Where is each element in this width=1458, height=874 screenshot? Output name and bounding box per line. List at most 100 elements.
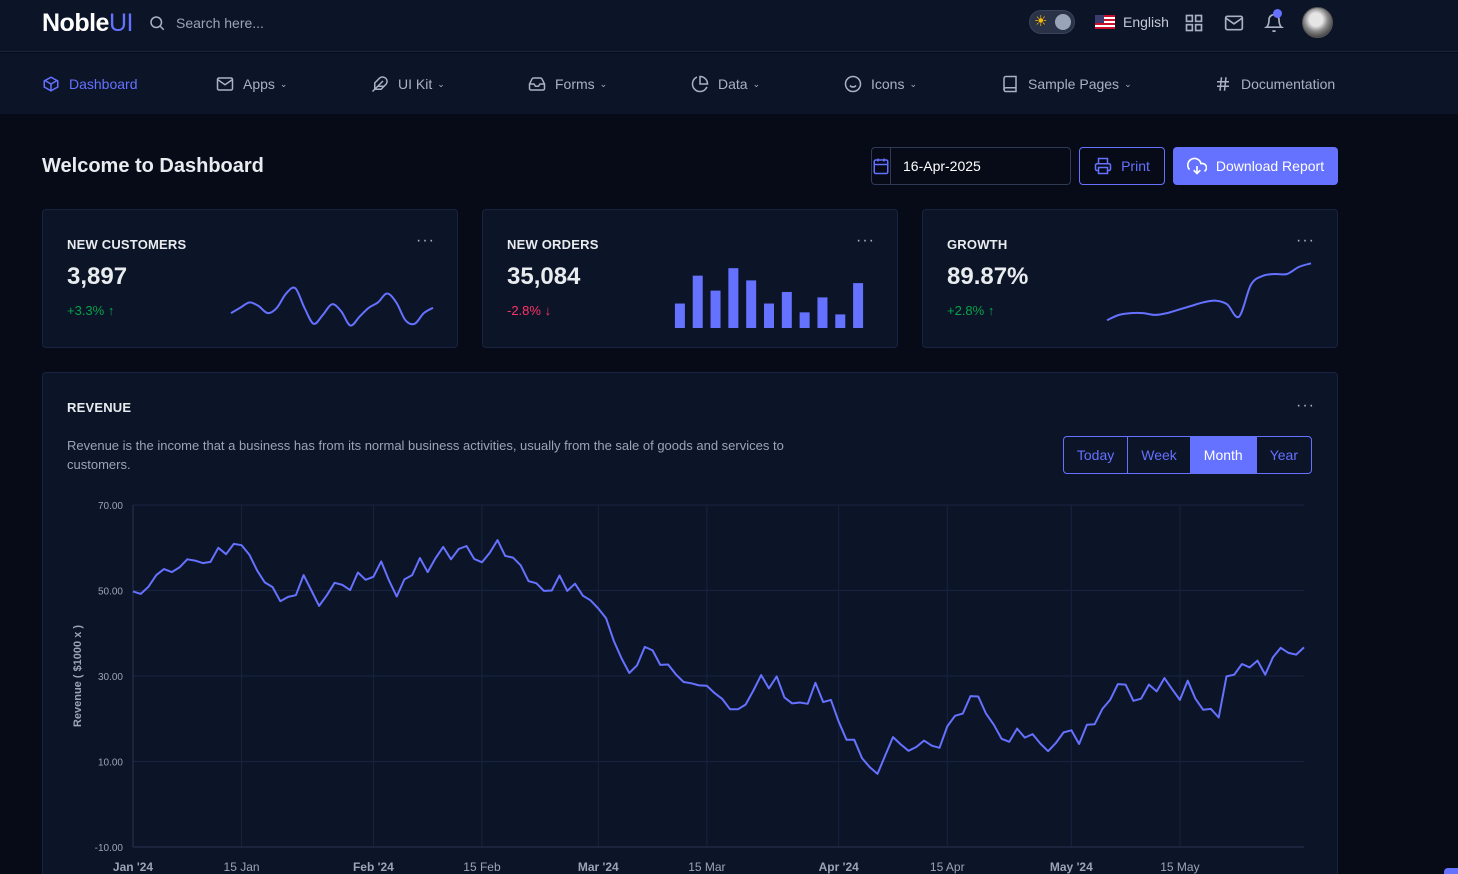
stat-value: 3,897: [67, 263, 128, 290]
orders-bar: [817, 297, 828, 328]
box-icon: [43, 76, 59, 92]
stat-card-growth: GROWTH ··· 89.87% +2.8% ↑: [922, 209, 1338, 348]
date-input[interactable]: [891, 148, 1084, 184]
revenue-line-chart: 70.00 50.00 30.00 10.00 -10.00 Jan '24 15 Jan F…: [72, 501, 1305, 874]
search-input[interactable]: [176, 12, 436, 34]
logo-text: Noble: [42, 9, 109, 37]
x-tick-label: Apr '24: [819, 860, 860, 874]
more-icon[interactable]: ···: [856, 233, 875, 249]
nav-item-apps[interactable]: Apps ⌄: [216, 73, 287, 95]
hash-icon: [1217, 77, 1229, 91]
nav-label: UI Kit: [398, 76, 433, 92]
chevron-down-icon: ⌄: [909, 78, 918, 89]
orders-bar: [835, 314, 846, 328]
arrow-down-icon: ↓: [544, 303, 552, 318]
x-tick-label: Jan '24: [113, 860, 154, 874]
nav-item-sample-pages[interactable]: Sample Pages ⌄: [1001, 73, 1132, 95]
y-tick-label: 10.00: [98, 758, 123, 769]
y-tick-label: 70.00: [98, 501, 123, 512]
nav-label: Data: [718, 76, 748, 92]
y-tick-label: 30.00: [98, 672, 123, 683]
print-label: Print: [1121, 158, 1150, 174]
sparkline-series: [1106, 262, 1312, 322]
theme-toggle[interactable]: ☀: [1029, 10, 1075, 34]
chevron-down-icon: ⌄: [279, 78, 288, 89]
print-button[interactable]: Print: [1079, 147, 1165, 185]
language-selector[interactable]: English: [1123, 14, 1169, 30]
main-navbar: Dashboard Apps ⌄ UI Kit ⌄ Forms ⌄ Data ⌄ Ico…: [0, 53, 1458, 114]
card-title: GROWTH: [947, 237, 1008, 252]
y-tick-label: 50.00: [98, 587, 123, 598]
calendar-icon: [873, 158, 889, 175]
download-cloud-icon: [1186, 157, 1207, 175]
nav-label: Apps: [243, 76, 275, 92]
nav-label: Documentation: [1241, 76, 1336, 92]
calendar-button[interactable]: [872, 148, 891, 184]
corner-tab: [1444, 868, 1458, 874]
x-tick-label: 15 Apr: [930, 860, 965, 874]
nav-item-data[interactable]: Data ⌄: [691, 73, 760, 95]
stat-value: 89.87%: [947, 263, 1029, 290]
orders-bar: [746, 280, 757, 328]
more-icon[interactable]: ···: [416, 233, 435, 249]
stat-card-new-orders: NEW ORDERS ··· 35,084 -2.8% ↓: [482, 209, 898, 348]
orders-bar: [853, 283, 864, 328]
chevron-down-icon: ⌄: [599, 78, 608, 89]
customers-sparkline: [230, 286, 434, 327]
top-bar: NobleUI ☀ English: [0, 0, 1458, 52]
mail-icon[interactable]: [1224, 13, 1244, 33]
grid-icon[interactable]: [1184, 13, 1204, 33]
printer-icon: [1094, 157, 1112, 175]
nav-label: Dashboard: [69, 76, 138, 92]
arrow-up-icon: ↑: [987, 303, 995, 318]
x-tick-label: 15 Mar: [688, 860, 725, 874]
search-icon: [150, 16, 165, 31]
us-flag-icon[interactable]: [1095, 15, 1115, 29]
orders-bar: [781, 291, 792, 328]
x-tick-label: 15 Feb: [463, 860, 501, 874]
stat-value: 35,084: [507, 263, 581, 290]
y-axis-label: Revenue ( $1000 x ): [72, 625, 84, 727]
change-value: +3.3%: [67, 303, 105, 318]
date-picker[interactable]: [871, 147, 1084, 185]
notification-dot: [1273, 9, 1282, 18]
page-title: Welcome to Dashboard: [42, 155, 264, 177]
nav-item-documentation[interactable]: Documentation: [1214, 73, 1335, 95]
chevron-down-icon: ⌄: [752, 78, 761, 89]
more-icon[interactable]: ···: [1296, 233, 1315, 249]
chevron-down-icon: ⌄: [1124, 78, 1132, 89]
logo-suffix: UI: [108, 9, 134, 37]
chevron-down-icon: ⌄: [437, 78, 445, 89]
card-title: NEW CUSTOMERS: [67, 237, 187, 252]
x-tick-label: 15 May: [1160, 860, 1199, 874]
stat-card-new-customers: NEW CUSTOMERS ··· 3,897 +3.3% ↑: [42, 209, 458, 348]
sun-icon: ☀: [1034, 13, 1048, 30]
revenue-card: REVENUE ··· Revenue is the income that a…: [42, 372, 1338, 874]
nav-item-icons[interactable]: Icons ⌄: [844, 73, 917, 95]
download-report-button[interactable]: Download Report: [1173, 147, 1338, 185]
nav-item-forms[interactable]: Forms ⌄: [528, 73, 607, 95]
stat-change: -2.8% ↓: [507, 303, 551, 318]
nav-label: Forms: [555, 76, 595, 92]
download-label: Download Report: [1215, 158, 1325, 174]
x-tick-label: 15 Jan: [224, 860, 260, 874]
arrow-up-icon: ↑: [107, 303, 115, 318]
avatar[interactable]: [1302, 7, 1333, 38]
orders-bar: [710, 290, 721, 328]
orders-bar: [764, 303, 774, 328]
toggle-knob: [1055, 14, 1071, 30]
orders-bar: [674, 303, 685, 328]
stat-change: +3.3% ↑: [67, 303, 114, 318]
nav-item-ui-kit[interactable]: UI Kit ⌄: [371, 73, 445, 95]
inbox-icon: [528, 77, 546, 91]
growth-sparkline: [1106, 262, 1312, 322]
sparkline-series: [230, 286, 434, 327]
nav-item-dashboard[interactable]: Dashboard: [42, 73, 138, 95]
y-tick-label: -10.00: [95, 843, 124, 854]
card-title: NEW ORDERS: [507, 237, 599, 252]
nav-label: Icons: [871, 76, 905, 92]
logo[interactable]: NobleUI: [42, 9, 133, 38]
orders-bar: [799, 312, 810, 328]
book-icon: [1003, 75, 1017, 93]
pie-chart-icon: [691, 75, 709, 93]
